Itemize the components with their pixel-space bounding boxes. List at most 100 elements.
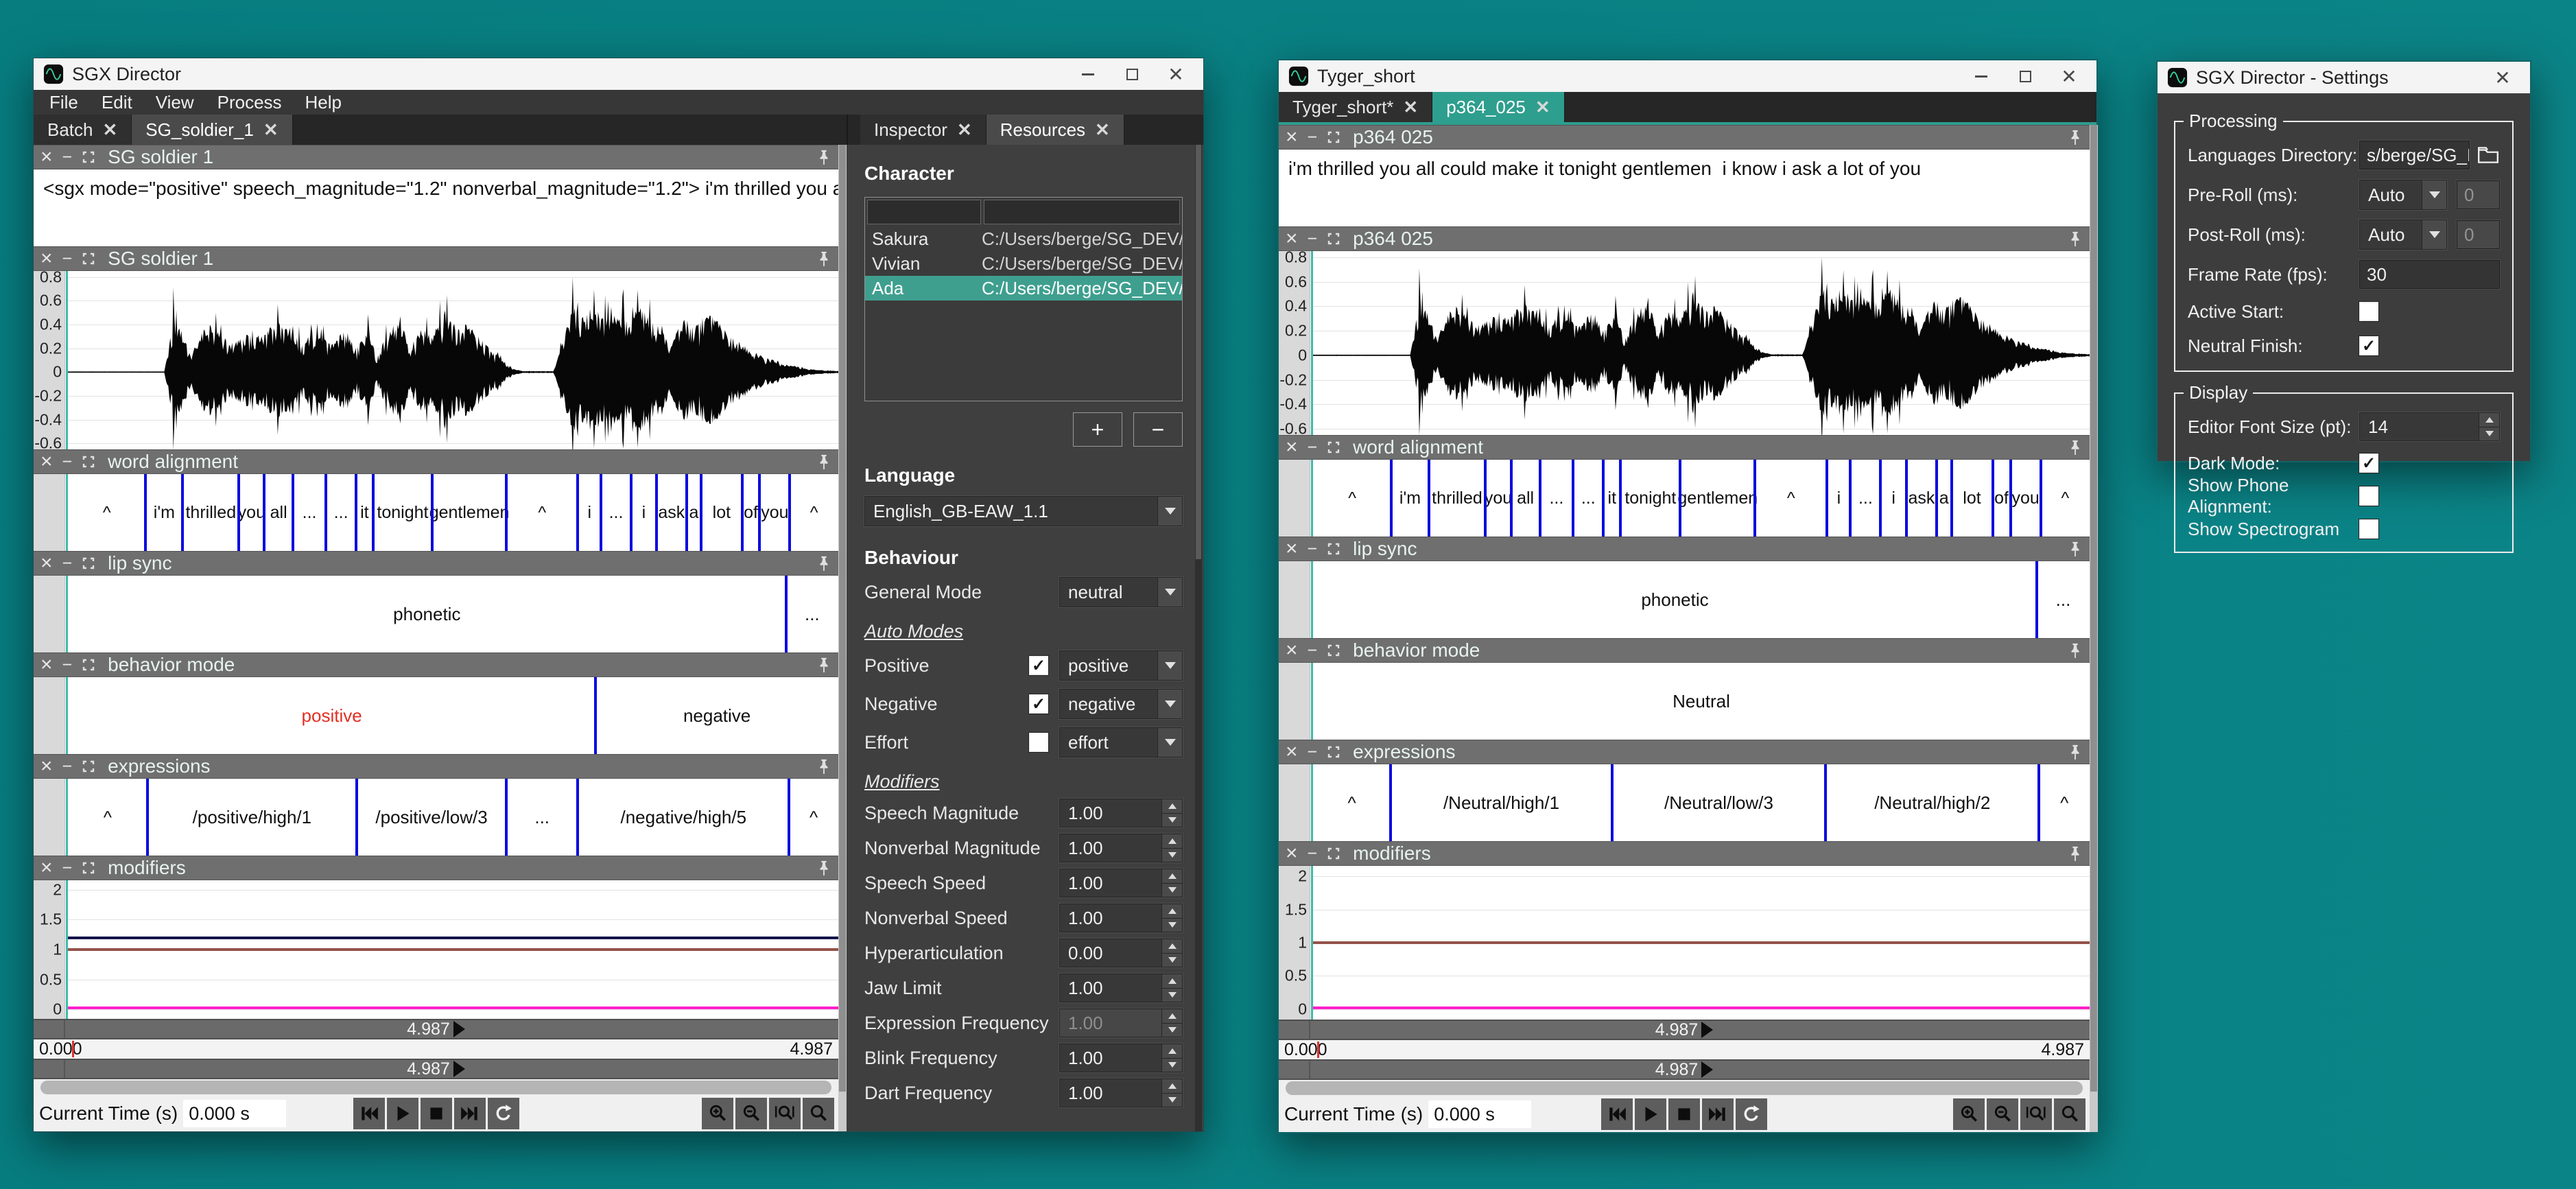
director-behavior-mode-panel-content[interactable]: positivenegative bbox=[34, 677, 838, 754]
spin-up-button[interactable] bbox=[1162, 1079, 1182, 1093]
segment-boundary[interactable] bbox=[788, 474, 791, 551]
panel-expand-icon[interactable] bbox=[1327, 644, 1340, 657]
segment-boundary[interactable] bbox=[655, 474, 658, 551]
zoom-fit-button[interactable] bbox=[2054, 1098, 2085, 1130]
director-hscrollbar[interactable] bbox=[34, 1079, 838, 1096]
language-select[interactable]: English_GB-EAW_1.1 bbox=[864, 496, 1183, 526]
spin-down-button[interactable] bbox=[1162, 883, 1182, 897]
spin-up-button[interactable] bbox=[1162, 834, 1182, 848]
browse-folder-button[interactable] bbox=[2477, 145, 2500, 165]
director-word-alignment-panel-content[interactable]: ^i'mthrilledyouall......ittonightgentlem… bbox=[34, 474, 838, 551]
segment-track[interactable]: ^/positive/high/1/positive/low/3.../nega… bbox=[68, 779, 838, 856]
segment-boundary[interactable] bbox=[237, 474, 240, 551]
spin-up-button[interactable] bbox=[1162, 974, 1182, 988]
close-button[interactable]: ✕ bbox=[1158, 60, 1194, 88]
director-modifiers-content[interactable]: 21.510.50 bbox=[34, 880, 838, 1019]
segment-track[interactable]: phonetic... bbox=[68, 576, 838, 652]
inspector-scrollbar-thumb[interactable] bbox=[1196, 145, 1201, 559]
remove-character-button[interactable]: − bbox=[1133, 412, 1183, 447]
zoom-fit-button[interactable] bbox=[803, 1098, 834, 1129]
panel-pin-icon[interactable] bbox=[2068, 129, 2083, 145]
panel-expand-icon[interactable] bbox=[1327, 745, 1340, 759]
spin-down-button[interactable] bbox=[1162, 953, 1182, 967]
segment-boundary[interactable] bbox=[576, 474, 579, 551]
panel-minimize-icon[interactable]: − bbox=[62, 149, 73, 166]
director-editor-vscrollbar[interactable] bbox=[838, 145, 847, 1131]
tab-close-icon[interactable]: ✕ bbox=[103, 119, 118, 141]
segment-boundary[interactable] bbox=[1389, 764, 1392, 841]
panel-close-icon[interactable]: × bbox=[1286, 640, 1298, 661]
director-waveform-content[interactable]: 0.80.60.40.20-0.2-0.4-0.6 bbox=[34, 271, 838, 449]
panel-close-icon[interactable]: × bbox=[40, 756, 53, 777]
segment-boundary[interactable] bbox=[2037, 764, 2040, 841]
panel-close-icon[interactable]: × bbox=[40, 147, 53, 167]
segment-boundary[interactable] bbox=[2035, 561, 2038, 638]
segment-boundary[interactable] bbox=[2040, 460, 2042, 537]
modifier-spinbox[interactable]: 1.00 bbox=[1059, 974, 1183, 1002]
segment-boundary[interactable] bbox=[1879, 460, 1882, 537]
combo-arrow[interactable] bbox=[2422, 220, 2446, 249]
tyger-modifiers-header[interactable]: ×−modifiers bbox=[1279, 841, 2090, 866]
panel-expand-icon[interactable] bbox=[1327, 232, 1340, 246]
segment-boundary[interactable] bbox=[594, 677, 597, 754]
segment-boundary[interactable] bbox=[1611, 764, 1614, 841]
auto-mode-select[interactable]: positive bbox=[1059, 650, 1183, 681]
panel-pin-icon[interactable] bbox=[816, 149, 831, 165]
waveform-plot[interactable] bbox=[68, 271, 838, 449]
tab-resources[interactable]: Resources✕ bbox=[986, 115, 1124, 145]
spin-down-button[interactable] bbox=[1162, 848, 1182, 862]
panel-pin-icon[interactable] bbox=[816, 657, 831, 673]
frame-rate-field[interactable]: 30 bbox=[2359, 260, 2500, 289]
tyger-waveform-header[interactable]: ×−p364 025 bbox=[1279, 226, 2090, 251]
active-start-checkbox[interactable] bbox=[2359, 302, 2378, 321]
segment-boundary[interactable] bbox=[1510, 460, 1513, 537]
director-word-alignment-panel-header[interactable]: ×−word alignment bbox=[34, 449, 838, 474]
zoom-out-button[interactable] bbox=[1987, 1098, 2018, 1130]
segment-track[interactable]: ^i'mthrilledyouall......ittonightgentlem… bbox=[1313, 460, 2090, 537]
panel-minimize-icon[interactable]: − bbox=[1308, 129, 1318, 146]
panel-pin-icon[interactable] bbox=[2068, 231, 2083, 247]
add-character-button[interactable]: + bbox=[1073, 412, 1122, 447]
segment-boundary[interactable] bbox=[758, 474, 761, 551]
panel-pin-icon[interactable] bbox=[816, 250, 831, 267]
segment-boundary[interactable] bbox=[576, 779, 579, 856]
post-roll-mode-select[interactable]: Auto bbox=[2359, 220, 2447, 250]
spin-down-button[interactable] bbox=[1162, 1058, 1182, 1072]
loop-button[interactable] bbox=[1736, 1098, 1767, 1130]
segment-boundary[interactable] bbox=[431, 474, 434, 551]
auto-mode-select[interactable]: negative bbox=[1059, 689, 1183, 719]
segment-boundary[interactable] bbox=[1619, 460, 1622, 537]
segment-boundary[interactable] bbox=[630, 474, 633, 551]
segment-boundary[interactable] bbox=[144, 474, 147, 551]
spin-down-button[interactable] bbox=[1162, 988, 1182, 1002]
zoom-out-button[interactable] bbox=[735, 1098, 767, 1129]
waveform-track[interactable] bbox=[68, 271, 838, 449]
segment-track[interactable]: positivenegative bbox=[68, 677, 838, 754]
menu-item-view[interactable]: View bbox=[144, 92, 206, 113]
character-row[interactable]: AdaC:/Users/berge/SG_DEV/SG_Characte... bbox=[865, 276, 1182, 301]
skip-start-button[interactable] bbox=[353, 1098, 385, 1129]
tab-close-icon[interactable]: ✕ bbox=[957, 119, 972, 141]
tab-batch[interactable]: Batch✕ bbox=[34, 115, 132, 145]
segment-boundary[interactable] bbox=[2009, 460, 2012, 537]
tyger-hscrollbar[interactable] bbox=[1279, 1080, 2090, 1096]
current-time-input[interactable] bbox=[183, 1100, 286, 1127]
modifier-curve[interactable] bbox=[1313, 941, 2090, 944]
languages-directory-field[interactable]: s/berge/SG_DEV/languages bbox=[2359, 141, 2470, 169]
director-range-bar-top[interactable]: 4.987 bbox=[34, 1019, 838, 1039]
segment-boundary[interactable] bbox=[355, 779, 358, 856]
panel-expand-icon[interactable] bbox=[82, 252, 95, 266]
segment-boundary[interactable] bbox=[785, 576, 788, 652]
panel-minimize-icon[interactable]: − bbox=[62, 860, 73, 877]
segment-track[interactable]: phonetic... bbox=[1313, 561, 2090, 638]
segment-boundary[interactable] bbox=[788, 779, 790, 856]
vscrollbar-thumb[interactable] bbox=[839, 145, 846, 1092]
panel-close-icon[interactable]: × bbox=[1286, 539, 1298, 559]
panel-minimize-icon[interactable]: − bbox=[1308, 642, 1318, 659]
skip-end-button[interactable] bbox=[454, 1098, 486, 1129]
menu-item-process[interactable]: Process bbox=[206, 92, 294, 113]
tab-inspector[interactable]: Inspector✕ bbox=[860, 115, 986, 145]
panel-pin-icon[interactable] bbox=[2068, 744, 2083, 760]
auto-mode-checkbox[interactable]: ✓ bbox=[1029, 694, 1048, 714]
spectrogram-checkbox[interactable] bbox=[2359, 519, 2378, 539]
